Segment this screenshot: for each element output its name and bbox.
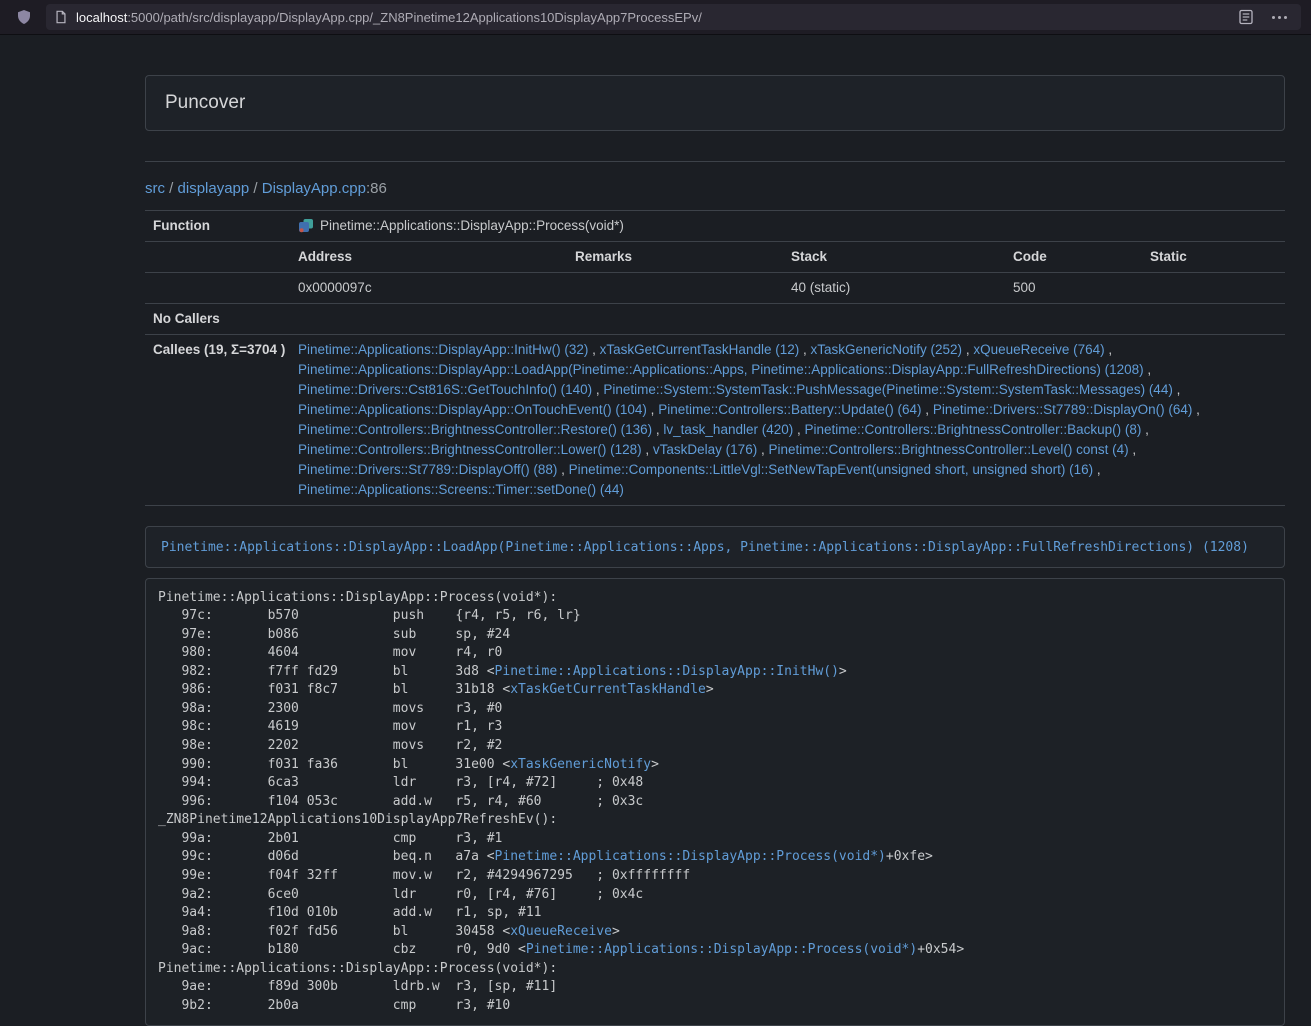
code-cell: 500 [1005, 273, 1142, 303]
callee-separator: , [793, 422, 804, 437]
shield-icon[interactable] [10, 7, 38, 27]
callee-separator: , [1144, 362, 1152, 377]
callee-link[interactable]: Pinetime::Controllers::Battery::Update()… [658, 402, 921, 417]
url-host: localhost [76, 10, 127, 25]
breadcrumb-separator: / [165, 180, 178, 197]
breadcrumb: src / displayapp / DisplayApp.cpp:86 [145, 179, 1285, 199]
callee-link[interactable]: xTaskGenericNotify (252) [811, 342, 963, 357]
callee-link[interactable]: Pinetime::Controllers::BrightnessControl… [298, 422, 652, 437]
code-symbol-link[interactable]: Pinetime::Applications::DisplayApp::Proc… [495, 849, 886, 864]
no-callers-row: No Callers [145, 303, 1285, 334]
code-symbol-link[interactable]: xQueueReceive [510, 924, 612, 939]
code-symbol-link[interactable]: xTaskGetCurrentTaskHandle [510, 682, 706, 697]
breadcrumb-link[interactable]: DisplayApp.cpp [262, 180, 366, 197]
url-path: :5000/path/src/displayapp/DisplayApp.cpp… [127, 10, 702, 25]
function-table: Function Pinetime::Applications::Display… [145, 210, 1285, 506]
callee-link[interactable]: Pinetime::Drivers::St7789::DisplayOn() (… [933, 402, 1193, 417]
callee-link[interactable]: Pinetime::Controllers::BrightnessControl… [298, 442, 642, 457]
callee-link[interactable]: xQueueReceive (764) [973, 342, 1104, 357]
callee-separator: , [557, 462, 568, 477]
highlight-panel: Pinetime::Applications::DisplayApp::Load… [145, 526, 1285, 568]
breadcrumb-link[interactable]: src [145, 180, 165, 197]
callee-separator: , [642, 442, 653, 457]
callee-link[interactable]: Pinetime::Applications::DisplayApp::OnTo… [298, 402, 647, 417]
function-row: Function Pinetime::Applications::Display… [145, 210, 1285, 241]
page-actions-icon[interactable] [1272, 16, 1287, 19]
callee-separator: , [1105, 342, 1113, 357]
callee-separator: , [1173, 382, 1181, 397]
callee-separator: , [922, 402, 933, 417]
column-header-stack: Stack [783, 242, 1005, 272]
table-data-row: 0x0000097c 40 (static) 500 [145, 272, 1285, 303]
breadcrumb-separator: / [249, 180, 262, 197]
function-name-cell: Pinetime::Applications::DisplayApp::Proc… [290, 211, 1285, 241]
callee-link[interactable]: Pinetime::Controllers::BrightnessControl… [768, 442, 1128, 457]
no-callers-label: No Callers [145, 304, 290, 334]
callee-separator: , [647, 402, 658, 417]
callee-link[interactable]: Pinetime::Drivers::St7789::DisplayOff() … [298, 462, 557, 477]
column-header-code: Code [1005, 242, 1142, 272]
highlighted-symbol-link[interactable]: Pinetime::Applications::DisplayApp::Load… [161, 540, 1249, 555]
url-bar[interactable]: localhost:5000/path/src/displayapp/Displ… [46, 4, 1301, 30]
url-text: localhost:5000/path/src/displayapp/Displ… [76, 10, 1230, 25]
page-title: Puncover [165, 92, 245, 113]
callee-link[interactable]: Pinetime::Applications::Screens::Timer::… [298, 482, 624, 497]
breadcrumb-link[interactable]: displayapp [178, 180, 250, 197]
column-header-remarks: Remarks [567, 242, 783, 272]
function-label: Function [145, 211, 290, 241]
callee-link[interactable]: Pinetime::Applications::DisplayApp::Init… [298, 342, 588, 357]
callee-link[interactable]: Pinetime::Controllers::BrightnessControl… [805, 422, 1142, 437]
divider [145, 161, 1285, 162]
breadcrumb-line-number: :86 [366, 180, 387, 197]
callees-row: Callees (19, Σ=3704 ) Pinetime::Applicat… [145, 334, 1285, 506]
function-name: Pinetime::Applications::DisplayApp::Proc… [320, 216, 624, 236]
function-symbol-icon [298, 218, 314, 234]
callee-link[interactable]: lv_task_handler (420) [663, 422, 793, 437]
callee-link[interactable]: xTaskGetCurrentTaskHandle (12) [600, 342, 800, 357]
callees-list: Pinetime::Applications::DisplayApp::Init… [290, 335, 1285, 505]
static-cell [1142, 273, 1285, 303]
callee-link[interactable]: Pinetime::System::SystemTask::PushMessag… [603, 382, 1172, 397]
callee-separator: , [1129, 442, 1137, 457]
callee-separator: , [962, 342, 973, 357]
address-cell: 0x0000097c [290, 273, 567, 303]
callee-separator: , [757, 442, 768, 457]
callee-separator: , [1192, 402, 1200, 417]
code-symbol-link[interactable]: Pinetime::Applications::DisplayApp::Proc… [526, 942, 917, 957]
reader-view-icon[interactable] [1238, 9, 1254, 25]
app-title-panel: Puncover [145, 75, 1285, 131]
code-symbol-link[interactable]: xTaskGenericNotify [510, 757, 651, 772]
spacer-cell [145, 273, 290, 303]
table-header-row: Address Remarks Stack Code Static [145, 241, 1285, 272]
callee-separator: , [1141, 422, 1149, 437]
callees-label: Callees (19, Σ=3704 ) [145, 335, 290, 505]
site-identity-icon[interactable] [54, 10, 68, 24]
spacer-cell [145, 242, 290, 272]
stack-cell: 40 (static) [783, 273, 1005, 303]
shield-icon-glyph [16, 9, 32, 25]
callee-separator: , [588, 342, 599, 357]
callee-link[interactable]: Pinetime::Components::LittleVgl::SetNewT… [569, 462, 1094, 477]
page-body: Puncover src / displayapp / DisplayApp.c… [0, 35, 1311, 1026]
code-symbol-link[interactable]: Pinetime::Applications::DisplayApp::Init… [495, 664, 839, 679]
column-header-static: Static [1142, 242, 1285, 272]
disassembly-block: Pinetime::Applications::DisplayApp::Proc… [145, 578, 1285, 1026]
callee-link[interactable]: Pinetime::Applications::DisplayApp::Load… [298, 362, 1144, 377]
callee-separator: , [652, 422, 663, 437]
remarks-cell [567, 273, 783, 303]
browser-chrome: localhost:5000/path/src/displayapp/Displ… [0, 0, 1311, 35]
callee-separator: , [1093, 462, 1101, 477]
callee-separator: , [799, 342, 810, 357]
callee-link[interactable]: Pinetime::Drivers::Cst816S::GetTouchInfo… [298, 382, 592, 397]
empty-cell [290, 304, 1285, 334]
callee-separator: , [592, 382, 603, 397]
column-header-address: Address [290, 242, 567, 272]
callee-link[interactable]: vTaskDelay (176) [653, 442, 757, 457]
